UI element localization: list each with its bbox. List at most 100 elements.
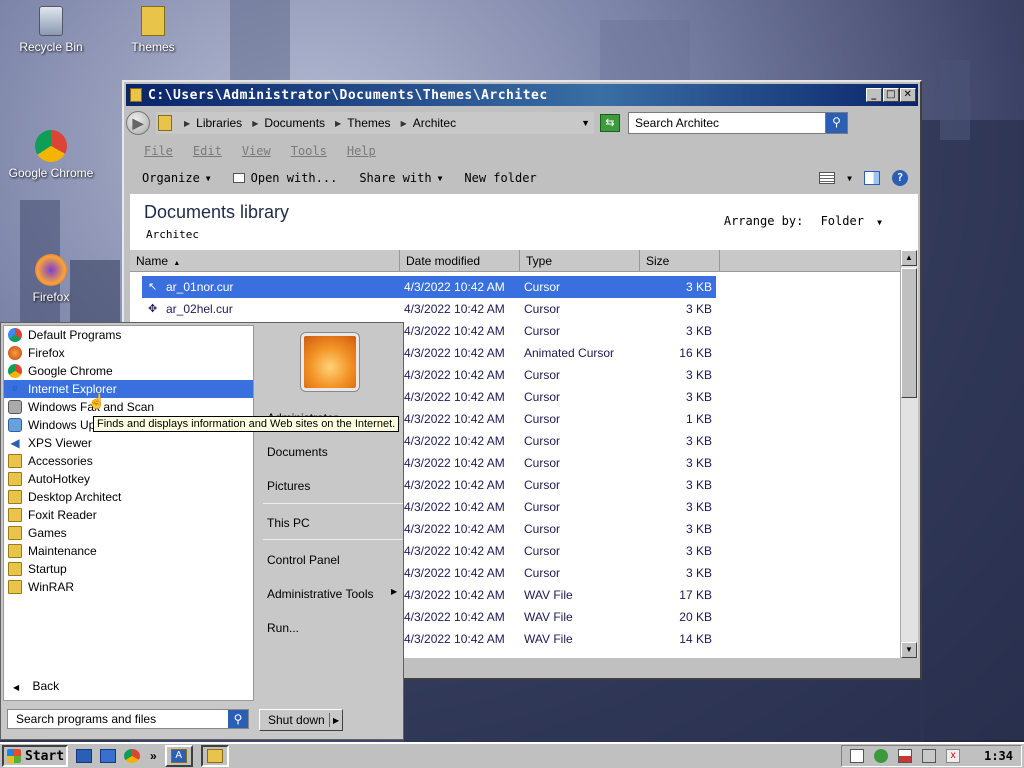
- scroll-down-icon[interactable]: ▼: [901, 642, 917, 658]
- preview-pane-icon[interactable]: [864, 171, 880, 185]
- shut-down-button[interactable]: Shut down ▶: [259, 709, 343, 731]
- start-link-documents[interactable]: Documents: [267, 445, 328, 459]
- search-icon[interactable]: ⚲: [228, 710, 248, 728]
- window-titlebar[interactable]: C:\Users\Administrator\Documents\Themes\…: [126, 84, 918, 106]
- start-program-google-chrome[interactable]: Google Chrome: [4, 362, 253, 380]
- file-name-cell: ✥ ar_02hel.cur: [142, 302, 400, 316]
- menu-edit[interactable]: Edit: [193, 144, 222, 158]
- start-program-xps-viewer[interactable]: ◀ XPS Viewer: [4, 434, 253, 452]
- start-search-input[interactable]: Search programs and files ⚲: [7, 709, 249, 729]
- chevron-right-icon[interactable]: ▶: [330, 716, 339, 725]
- start-link-pictures[interactable]: Pictures: [267, 479, 310, 493]
- start-link-this-pc[interactable]: This PC: [267, 516, 310, 530]
- breadcrumb-documents[interactable]: Documents: [264, 116, 325, 130]
- tray-network-icon[interactable]: [922, 749, 937, 763]
- clock[interactable]: 1:34: [984, 749, 1013, 763]
- window-title: C:\Users\Administrator\Documents\Themes\…: [148, 87, 548, 103]
- address-bar[interactable]: ▶ Libraries ▶ Documents ▶ Themes ▶ Archi…: [156, 112, 594, 134]
- start-program-games[interactable]: Games: [4, 524, 253, 542]
- taskbar-desktop-architect[interactable]: A: [164, 745, 193, 767]
- address-bar-row: ◀ ▶ ▶ Libraries ▶ Documents ▶ Themes ▶ A…: [126, 108, 918, 488]
- cursor-file-icon: ↖: [148, 281, 158, 293]
- column-header-date[interactable]: Date modified: [400, 250, 520, 271]
- view-dropdown-icon[interactable]: ▼: [847, 174, 852, 183]
- desktop-icon-recycle-bin[interactable]: Recycle Bin: [6, 6, 96, 54]
- arrange-value-button[interactable]: Folder ▼: [821, 214, 882, 228]
- start-button[interactable]: Start: [2, 745, 68, 767]
- folder-icon: [158, 115, 172, 131]
- scroll-up-icon[interactable]: ▲: [901, 250, 917, 266]
- start-link-run[interactable]: Run...: [267, 621, 299, 635]
- menu-view[interactable]: View: [242, 144, 271, 158]
- table-row[interactable]: ✥ ar_02hel.cur 4/3/2022 10:42 AM Cursor 3 KB: [142, 298, 716, 320]
- chevron-down-icon: ▼: [205, 173, 211, 183]
- file-size: 14 KB: [679, 632, 712, 646]
- explorer-quicklaunch-icon[interactable]: [100, 749, 116, 763]
- start-menu: Default Programs Firefox Google Chrome e Int…: [0, 322, 404, 740]
- start-program-windows-fax-and-scan[interactable]: Windows Fax and Scan: [4, 398, 253, 416]
- menu-file[interactable]: File: [144, 144, 173, 158]
- close-button[interactable]: ✕: [900, 88, 916, 102]
- scrollbar-thumb[interactable]: [901, 268, 917, 398]
- file-size: 3 KB: [685, 302, 712, 316]
- breadcrumb-themes[interactable]: Themes: [347, 116, 390, 130]
- start-program-internet-explorer[interactable]: e Internet Explorer: [4, 380, 253, 398]
- desktop-icon-google-chrome[interactable]: Google Chrome: [6, 130, 96, 180]
- menu-tools[interactable]: Tools: [291, 144, 327, 158]
- tray-security-icon[interactable]: [874, 749, 889, 763]
- tray-flag-icon[interactable]: [898, 749, 913, 763]
- start-program-foxit-reader[interactable]: Foxit Reader: [4, 506, 253, 524]
- open-with-button[interactable]: Open with...: [232, 171, 337, 185]
- organize-button[interactable]: Organize ▼: [142, 171, 211, 185]
- show-desktop-icon[interactable]: [76, 749, 92, 763]
- start-program-autohotkey[interactable]: AutoHotkey: [4, 470, 253, 488]
- file-type: Cursor: [524, 302, 561, 316]
- start-program-accessories[interactable]: Accessories: [4, 452, 253, 470]
- tray-volume-muted-icon[interactable]: x: [946, 749, 961, 763]
- forward-button[interactable]: ▶: [126, 111, 150, 135]
- start-program-firefox[interactable]: Firefox: [4, 344, 253, 362]
- address-dropdown-icon[interactable]: ▼: [581, 118, 590, 128]
- start-link-administrative-tools[interactable]: Administrative Tools ▶: [267, 587, 397, 601]
- search-input[interactable]: Search Architec ⚲: [628, 112, 848, 134]
- maximize-button[interactable]: □: [883, 88, 899, 102]
- folder-icon: [206, 749, 223, 763]
- start-program-maintenance[interactable]: Maintenance: [4, 542, 253, 560]
- new-folder-button[interactable]: New folder: [464, 171, 536, 185]
- table-row[interactable]: ↖ ar_01nor.cur 4/3/2022 10:42 AM Cursor 3 KB: [142, 276, 716, 298]
- help-icon[interactable]: ?: [892, 170, 908, 186]
- vertical-scrollbar[interactable]: ▲ ▼: [900, 250, 918, 658]
- search-icon[interactable]: ⚲: [825, 113, 847, 133]
- column-header-size[interactable]: Size: [640, 250, 720, 271]
- column-header-type[interactable]: Type: [520, 250, 640, 271]
- recycle-bin-icon: [39, 6, 63, 36]
- column-header-name[interactable]: Name ▲: [130, 250, 400, 271]
- start-program-label: Maintenance: [28, 544, 97, 558]
- start-label: Start: [25, 748, 65, 764]
- default-programs-icon: [8, 328, 22, 342]
- breadcrumb-architec[interactable]: Architec: [413, 116, 456, 130]
- menu-help[interactable]: Help: [347, 144, 376, 158]
- taskbar-explorer[interactable]: [200, 745, 229, 767]
- start-link-control-panel[interactable]: Control Panel: [267, 553, 340, 567]
- minimize-button[interactable]: _: [866, 88, 882, 102]
- quicklaunch-more-button[interactable]: »: [150, 749, 157, 763]
- refresh-button[interactable]: ⇆: [600, 114, 620, 132]
- desktop-icon-themes[interactable]: Themes: [108, 6, 198, 54]
- start-program-default-programs[interactable]: Default Programs: [4, 326, 253, 344]
- share-with-button[interactable]: Share with ▼: [359, 171, 442, 185]
- start-program-desktop-architect[interactable]: Desktop Architect: [4, 488, 253, 506]
- open-with-icon: [232, 173, 245, 183]
- user-avatar[interactable]: [301, 333, 359, 391]
- chrome-quicklaunch-icon[interactable]: [124, 749, 140, 763]
- start-program-label: Games: [28, 526, 67, 540]
- start-program-startup[interactable]: Startup: [4, 560, 253, 578]
- chevron-down-icon: ▼: [437, 173, 443, 183]
- desktop-icon-label: Firefox: [32, 290, 70, 304]
- desktop-icon-firefox[interactable]: Firefox: [6, 254, 96, 304]
- breadcrumb-libraries[interactable]: Libraries: [196, 116, 242, 130]
- start-program-winrar[interactable]: WinRAR: [4, 578, 253, 596]
- back-button[interactable]: ◀ Back: [3, 679, 59, 693]
- change-view-icon[interactable]: [819, 172, 836, 184]
- tray-doc-icon[interactable]: [850, 749, 865, 763]
